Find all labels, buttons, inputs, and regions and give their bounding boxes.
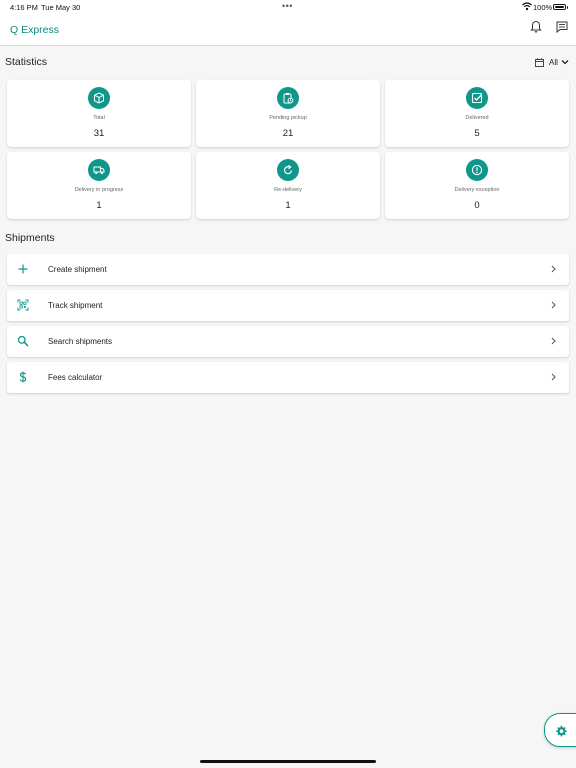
stat-label: Pending pickup [269, 115, 307, 121]
stat-card-pending-pickup[interactable]: Pending pickup 21 [196, 80, 380, 147]
stat-card-total[interactable]: Total 31 [7, 80, 191, 147]
home-indicator [200, 760, 376, 763]
shipments-title: Shipments [5, 232, 55, 244]
stat-value: 1 [285, 200, 291, 211]
wifi-icon [522, 2, 532, 11]
stat-value: 1 [96, 200, 102, 211]
truck-icon [88, 159, 110, 181]
stat-card-re-delivery[interactable]: Re-delivery 1 [196, 152, 380, 219]
clipboard-clock-icon [277, 87, 299, 109]
gear-icon [556, 725, 567, 737]
app-header: Q Express [0, 14, 576, 46]
stat-label: Delivered [465, 115, 489, 121]
stat-card-delivery-exception[interactable]: Delivery exception 0 [385, 152, 569, 219]
battery-percent: 100% [533, 3, 553, 12]
qr-scan-icon [17, 299, 29, 311]
stat-label: Total [93, 115, 105, 121]
stat-value: 0 [474, 200, 480, 211]
battery-fill [555, 6, 564, 8]
stat-value: 5 [474, 128, 480, 139]
dollar-icon [19, 371, 27, 383]
statistics-title: Statistics [5, 56, 48, 68]
stat-label: Delivery in progress [74, 187, 124, 193]
battery-icon [553, 4, 568, 10]
app-screen: 4:16 PM Tue May 30 ••• 100% Q Express St… [0, 0, 576, 768]
search-shipments-item[interactable]: Search shipments [7, 326, 569, 357]
multitasking-dots-icon[interactable]: ••• [282, 1, 293, 11]
chevron-right-icon [551, 265, 556, 273]
app-title: Q Express [10, 24, 60, 36]
stat-card-delivery-in-progress[interactable]: Delivery in progress 1 [7, 152, 191, 219]
status-time: 4:16 PM [10, 3, 38, 12]
plus-icon [18, 264, 28, 274]
stat-value: 31 [93, 128, 105, 139]
create-shipment-item[interactable]: Create shipment [7, 254, 569, 285]
checkbox-icon [466, 87, 488, 109]
chevron-down-icon [561, 60, 569, 65]
status-bar: 4:16 PM Tue May 30 ••• 100% [0, 0, 576, 14]
chevron-right-icon [551, 337, 556, 345]
chevron-right-icon [551, 301, 556, 309]
calendar-icon [535, 57, 544, 67]
search-icon [17, 335, 29, 347]
settings-button[interactable] [544, 713, 576, 747]
stat-card-delivered[interactable]: Delivered 5 [385, 80, 569, 147]
stat-value: 21 [282, 128, 294, 139]
date-filter-dropdown[interactable]: All [535, 56, 569, 68]
create-shipment-label: Create shipment [48, 265, 107, 274]
fees-calculator-item[interactable]: Fees calculator [7, 362, 569, 393]
fees-calculator-label: Fees calculator [48, 373, 103, 382]
chevron-right-icon [551, 373, 556, 381]
exclamation-icon [466, 159, 488, 181]
refresh-icon [277, 159, 299, 181]
filter-label: All [549, 57, 558, 67]
stat-label: Delivery exception [454, 187, 500, 193]
track-shipment-label: Track shipment [48, 301, 103, 310]
status-date: Tue May 30 [41, 3, 81, 12]
search-shipments-label: Search shipments [48, 337, 113, 346]
bell-icon[interactable] [529, 20, 543, 34]
chat-icon[interactable] [555, 20, 569, 34]
track-shipment-item[interactable]: Track shipment [7, 290, 569, 321]
package-icon [88, 87, 110, 109]
stat-label: Re-delivery [274, 187, 302, 193]
